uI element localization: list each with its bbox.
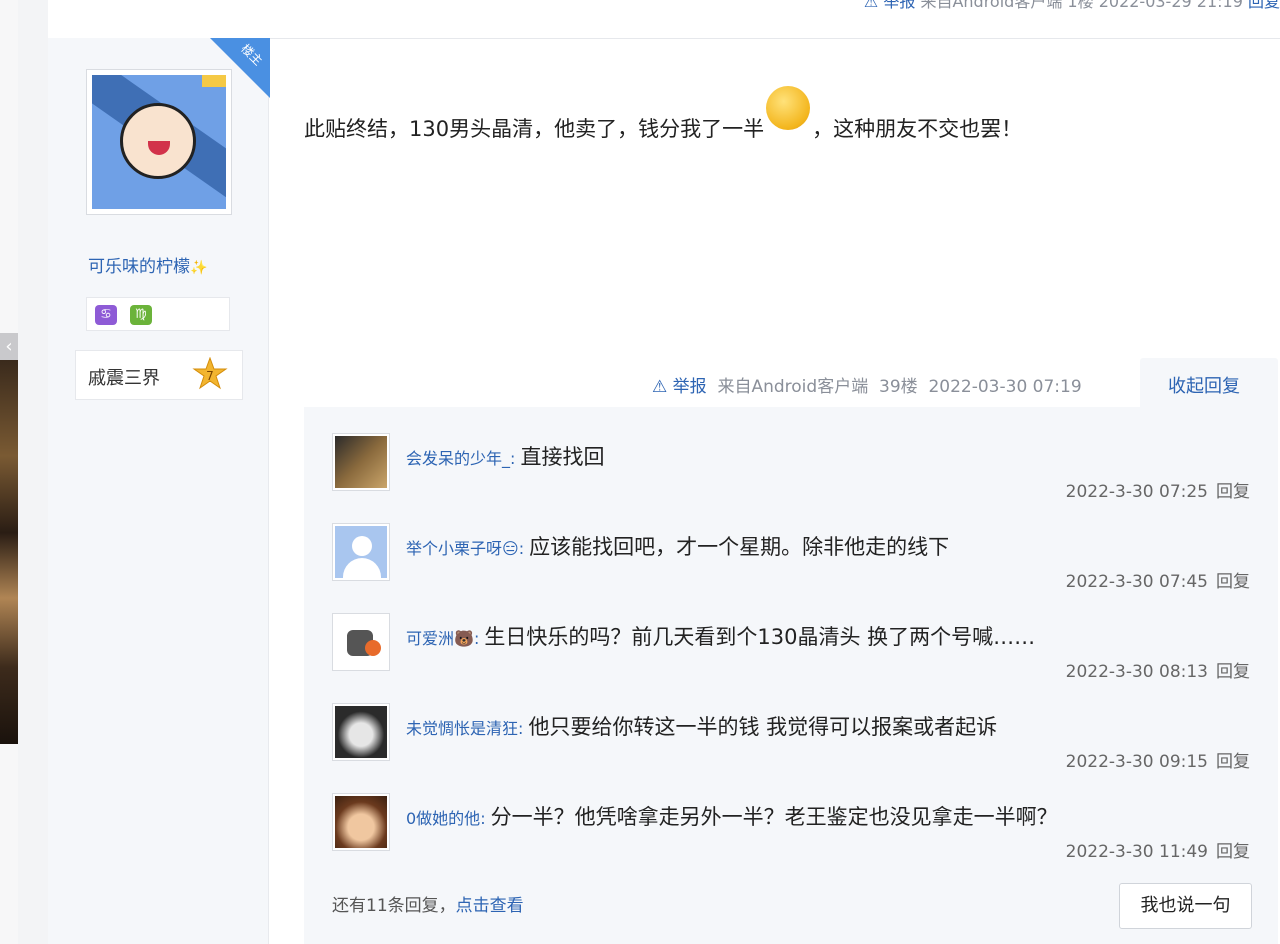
- reply-content: 他只要给你转这一半的钱 我觉得可以报案或者起诉: [528, 715, 998, 739]
- reply-button[interactable]: 回复: [1216, 482, 1250, 502]
- previous-post-meta: ⚠ 举报 来自Android客户端 1楼 2022-03-29 21:19 回复: [864, 0, 1280, 12]
- level-name: 戚震三界: [88, 368, 160, 389]
- reply-username[interactable]: 举个小栗子呀😑: [406, 539, 519, 558]
- post-content: 此贴终结，130男头晶清，他卖了，钱分我了一半 ，这种朋友不交也罢！: [304, 86, 1023, 144]
- warning-icon: ⚠: [652, 377, 668, 397]
- owner-badge: 楼主: [210, 38, 270, 98]
- post-text-after: ，这种朋友不交也罢！: [812, 117, 1023, 141]
- prev-source: 来自Android客户端: [920, 0, 1063, 11]
- prev-time: 2022-03-29 21:19: [1098, 0, 1243, 11]
- reply-separator: :: [518, 539, 530, 558]
- reply-button[interactable]: 回复: [1216, 662, 1250, 682]
- side-image: [0, 360, 18, 744]
- reply-item: 举个小栗子呀😑: 应该能找回吧，才一个星期。除非他走的线下 2022-3-30 …: [304, 523, 1278, 613]
- post-time: 2022-03-30 07:19: [928, 377, 1082, 397]
- prev-report-link[interactable]: ⚠ 举报: [864, 0, 915, 11]
- level-star-icon: 7: [192, 357, 228, 390]
- smug-emoji-icon: [766, 86, 811, 130]
- reply-avatar[interactable]: [332, 703, 390, 761]
- reply-avatar[interactable]: [332, 793, 390, 851]
- reply-time: 2022-3-30 08:13: [1065, 662, 1208, 682]
- reply-item: 可爱洲🐻: 生日快乐的吗？前几天看到个130晶清头 换了两个号喊…… 2022-…: [304, 613, 1278, 703]
- reply-separator: :: [473, 629, 485, 648]
- add-reply-button[interactable]: 我也说一句: [1119, 883, 1252, 929]
- author-icons: ♋ ♍: [86, 297, 230, 331]
- previous-post-meta-row: ⚠ 举报 来自Android客户端 1楼 2022-03-29 21:19 回复: [48, 0, 1280, 39]
- reply-time: 2022-3-30 09:15: [1065, 752, 1208, 772]
- post-meta: ⚠ 举报 来自Android客户端 39楼 2022-03-30 07:19: [652, 372, 1082, 397]
- reply-separator: :: [510, 449, 521, 468]
- report-label: 举报: [672, 377, 707, 397]
- reply-item: 未觉惆怅是清狂: 他只要给你转这一半的钱 我觉得可以报案或者起诉 2022-3-…: [304, 703, 1278, 793]
- prev-report-label: 举报: [883, 0, 916, 11]
- reply-time: 2022-3-30 07:25: [1065, 482, 1208, 502]
- more-replies-text: 还有11条回复，: [332, 896, 456, 916]
- author-username-text: 可乐味的柠檬: [88, 257, 190, 277]
- reply-username[interactable]: 未觉惆怅是清狂: [406, 719, 518, 738]
- reply-separator: :: [480, 809, 491, 828]
- author-level[interactable]: 戚震三界 7: [75, 350, 243, 400]
- collapse-arrow-icon[interactable]: ‹: [0, 333, 18, 361]
- prev-floor: 1楼: [1067, 0, 1094, 11]
- reply-avatar[interactable]: [332, 523, 390, 581]
- reply-button[interactable]: 回复: [1216, 572, 1250, 592]
- reply-content: 分一半？他凭啥拿走另外一半？老王鉴定也没见拿走一半啊？: [490, 805, 1058, 829]
- reply-time: 2022-3-30 07:45: [1065, 572, 1208, 592]
- reply-username[interactable]: 会发呆的少年_: [406, 449, 510, 468]
- reply-username[interactable]: 可爱洲🐻: [406, 629, 474, 648]
- reply-button[interactable]: 回复: [1216, 752, 1250, 772]
- cancer-sign-icon[interactable]: ♋: [95, 305, 117, 325]
- view-more-link[interactable]: 点击查看: [456, 896, 524, 916]
- reply-avatar[interactable]: [332, 613, 390, 671]
- reply-button[interactable]: 回复: [1216, 842, 1250, 862]
- reply-username[interactable]: 0做她的他: [406, 809, 480, 828]
- report-link[interactable]: ⚠ 举报: [652, 377, 707, 397]
- author-username[interactable]: 可乐味的柠檬✨: [88, 252, 207, 277]
- level-number: 7: [206, 369, 214, 383]
- reply-content: 生日快乐的吗？前几天看到个130晶清头 换了两个号喊……: [484, 625, 1036, 649]
- reply-content: 直接找回: [520, 445, 605, 469]
- post-text-before: 此贴终结，130男头晶清，他卖了，钱分我了一半: [304, 117, 765, 141]
- avatar-image: [92, 75, 226, 209]
- reply-content: 应该能找回吧，才一个星期。除非他走的线下: [529, 535, 950, 559]
- post-source: 来自Android客户端: [717, 377, 869, 397]
- reply-time: 2022-3-30 11:49: [1065, 842, 1208, 862]
- reply-separator: :: [518, 719, 529, 738]
- post-floor: 39楼: [879, 377, 918, 397]
- prev-reply-link[interactable]: 回复: [1248, 0, 1280, 11]
- reply-avatar[interactable]: [332, 433, 390, 491]
- collapse-replies-tab[interactable]: 收起回复: [1140, 358, 1278, 408]
- reply-item: 会发呆的少年_: 直接找回 2022-3-30 07:25 回复: [304, 433, 1278, 523]
- sparkle-icon: ✨: [190, 260, 208, 276]
- reply-section: 会发呆的少年_: 直接找回 2022-3-30 07:25 回复 举个小栗子呀😑:…: [304, 407, 1278, 944]
- collapse-replies-label: 收起回复: [1168, 376, 1240, 397]
- virgo-sign-icon[interactable]: ♍: [130, 305, 152, 325]
- reply-item: 0做她的他: 分一半？他凭啥拿走另外一半？老王鉴定也没见拿走一半啊？ 2022-…: [304, 793, 1278, 883]
- more-replies: 还有11条回复，点击查看: [332, 891, 524, 916]
